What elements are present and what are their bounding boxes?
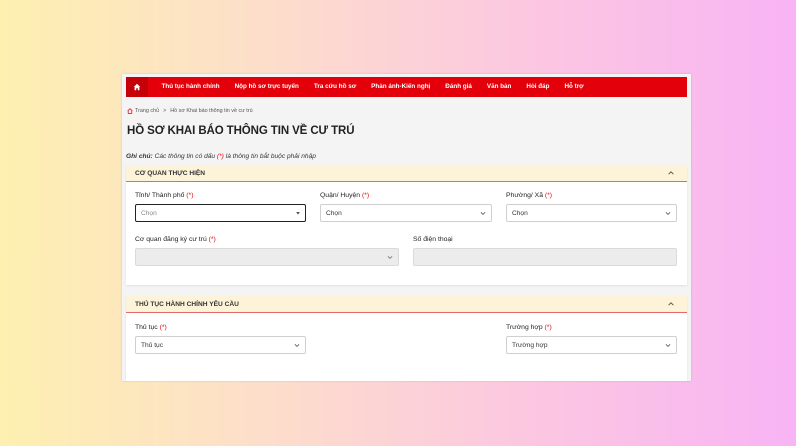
chevron-up-icon[interactable]: [667, 300, 675, 308]
nav-item-hoi-dap[interactable]: Hỏi đáp: [519, 77, 557, 97]
note-marker: (*): [216, 153, 224, 160]
province-label: Tỉnh/ Thành phố (*): [135, 192, 193, 199]
page-title: HỒ SƠ KHAI BÁO THÔNG TIN VỀ CƯ TRÚ: [127, 125, 355, 137]
nav-item-ho-tro[interactable]: Hỗ trợ: [557, 77, 591, 97]
breadcrumb-current: Hồ sơ Khai báo thông tin về cư trú: [170, 108, 253, 114]
nav-item-danh-gia[interactable]: Đánh giá: [438, 77, 480, 97]
chevron-up-icon[interactable]: [667, 169, 675, 177]
home-icon: [133, 83, 141, 91]
chevron-down-icon: [296, 212, 300, 215]
note-text-after: là thông tin bắt buộc phải nhập: [225, 153, 316, 160]
chevron-down-icon: [387, 256, 393, 259]
province-select[interactable]: Chọn: [135, 204, 306, 222]
chevron-down-icon: [294, 344, 300, 347]
province-required-mark: (*): [186, 192, 194, 199]
nav-item-phan-anh[interactable]: Phản ánh-Kiến nghị: [364, 77, 438, 97]
province-label-text: Tỉnh/ Thành phố: [135, 192, 185, 199]
section-co-quan-header[interactable]: CƠ QUAN THỰC HIỆN: [126, 165, 687, 182]
case-label: Trường hợp (*): [506, 324, 552, 331]
district-select-value: Chọn: [326, 209, 342, 217]
procedure-required-mark: (*): [159, 324, 167, 331]
case-label-text: Trường hợp: [506, 324, 543, 331]
ward-select-value: Chọn: [512, 209, 528, 217]
ward-label-text: Phường/ Xã: [506, 192, 543, 199]
province-select-value: Chọn: [141, 209, 157, 217]
nav-home-button[interactable]: [126, 77, 148, 97]
chevron-down-icon: [665, 212, 671, 215]
main-navbar: Thủ tục hành chính Nộp hồ sơ trực tuyến …: [126, 77, 687, 97]
breadcrumb-home-link[interactable]: Trang chủ: [135, 108, 159, 114]
agency-select[interactable]: [135, 248, 399, 266]
district-label: Quận/ Huyện (*): [320, 192, 369, 199]
procedure-select-value: Thủ tục: [141, 341, 163, 349]
phone-label: Số điện thoại: [413, 236, 453, 243]
breadcrumb: Trang chủ > Hồ sơ Khai báo thông tin về …: [127, 108, 253, 114]
procedure-label-text: Thủ tục: [135, 324, 158, 331]
phone-input[interactable]: [413, 248, 677, 266]
nav-item-van-ban[interactable]: Văn bản: [479, 77, 519, 97]
case-select[interactable]: Trường hợp: [506, 336, 677, 354]
nav-item-nop-ho-so[interactable]: Nộp hồ sơ trực tuyến: [227, 77, 306, 97]
section-thu-tuc: THỦ TỤC HÀNH CHÍNH YÊU CẦU Thủ tục (*) T…: [126, 296, 687, 381]
case-select-value: Trường hợp: [512, 341, 548, 349]
ward-label: Phường/ Xã (*): [506, 192, 552, 199]
required-note: Ghi chú: Các thông tin có dấu (*) là thô…: [126, 153, 316, 160]
ward-select[interactable]: Chọn: [506, 204, 677, 222]
district-label-text: Quận/ Huyện: [320, 192, 361, 199]
section-thu-tuc-header[interactable]: THỦ TỤC HÀNH CHÍNH YÊU CẦU: [126, 296, 687, 313]
note-text-before: Các thông tin có dấu: [154, 153, 216, 160]
section-co-quan: CƠ QUAN THỰC HIỆN Tỉnh/ Thành phố (*) Ch…: [126, 165, 687, 285]
chevron-down-icon: [480, 212, 486, 215]
nav-item-tra-cuu[interactable]: Tra cứu hồ sơ: [306, 77, 363, 97]
agency-label: Cơ quan đăng ký cư trú (*): [135, 236, 216, 243]
procedure-label: Thủ tục (*): [135, 324, 167, 331]
procedure-select[interactable]: Thủ tục: [135, 336, 306, 354]
home-outline-icon: [127, 108, 133, 114]
phone-label-text: Số điện thoại: [413, 236, 453, 243]
nav-item-thu-tuc[interactable]: Thủ tục hành chính: [154, 77, 227, 97]
agency-required-mark: (*): [208, 236, 216, 243]
section-co-quan-title: CƠ QUAN THỰC HIỆN: [135, 169, 206, 177]
district-required-mark: (*): [361, 192, 370, 199]
case-required-mark: (*): [544, 324, 552, 331]
section-thu-tuc-title: THỦ TỤC HÀNH CHÍNH YÊU CẦU: [135, 300, 239, 308]
chevron-down-icon: [665, 344, 671, 347]
district-select[interactable]: Chọn: [320, 204, 492, 222]
agency-label-text: Cơ quan đăng ký cư trú: [135, 236, 207, 243]
browser-window: Thủ tục hành chính Nộp hồ sơ trực tuyến …: [122, 74, 691, 381]
note-label: Ghi chú:: [126, 153, 153, 160]
breadcrumb-separator: >: [163, 108, 167, 114]
ward-required-mark: (*): [544, 192, 553, 199]
